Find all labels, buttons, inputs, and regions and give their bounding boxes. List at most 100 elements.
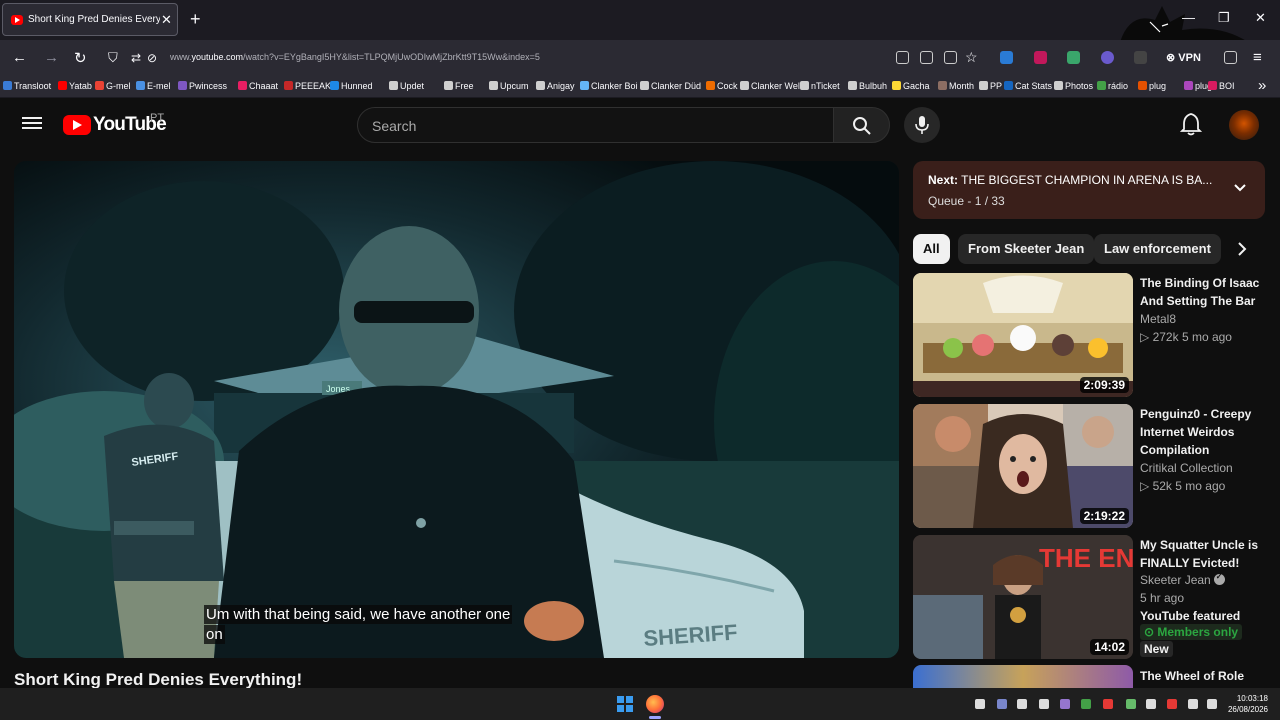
extension-purple-icon[interactable] [1101,51,1114,64]
extension-glasses-icon[interactable] [1134,51,1147,64]
recommendation-item[interactable]: THE END 14:02 My Squatter Uncle is FINAL… [913,535,1265,659]
bookmark-item[interactable]: Updet [389,81,424,91]
tray-icon[interactable] [1081,699,1091,709]
restore-window-icon[interactable]: ❐ [1218,10,1230,26]
extension-music-icon[interactable] [1067,51,1080,64]
clock-time[interactable]: 10:03:18 [1236,694,1268,703]
tray-icon[interactable] [1060,699,1070,709]
bookmark-item[interactable]: Free [444,81,474,91]
chevron-down-icon[interactable] [1233,183,1247,193]
url-bar[interactable]: www.youtube.com/watch?v=EYgBangI5HY&list… [170,52,540,62]
video-duration: 2:09:39 [1079,377,1129,393]
bookmark-item[interactable]: Hunned [330,81,373,91]
tray-icon[interactable] [1188,699,1198,709]
search-box[interactable] [357,107,834,143]
tray-icon[interactable] [1126,699,1136,709]
reader-view-icon[interactable] [944,51,957,64]
bookmark-star-icon[interactable]: ☆ [965,49,978,66]
recommendation-channel[interactable]: Metal8 [1140,312,1176,326]
recommendation-item[interactable]: The Wheel of Role [913,665,1265,688]
video-player[interactable]: Jones SHERIFF PT SHERIFF Um with that be… [14,161,899,658]
guide-menu-icon[interactable] [22,114,42,134]
forward-arrow-icon[interactable]: → [44,49,59,66]
new-tab-icon[interactable]: + [190,9,201,30]
close-window-icon[interactable]: ✕ [1255,10,1266,26]
bookmark-item[interactable]: Upcum [489,81,529,91]
extension-blue-icon[interactable] [1000,51,1013,64]
bookmark-item[interactable]: rádio [1097,81,1128,91]
recommendation-title[interactable]: Penguinz0 - Creepy Internet Weirdos Comp… [1140,405,1265,459]
windows-start-icon[interactable] [617,696,633,712]
chip-law-enforcement[interactable]: Law enforcement [1094,234,1221,264]
extension-mic-icon[interactable] [1034,51,1047,64]
bookmark-item[interactable]: Chaaat [238,81,278,91]
bookmark-item[interactable]: Transloot [3,81,51,91]
bookmark-item[interactable]: E-mel [136,81,171,91]
youtube-logo-icon[interactable] [63,115,91,135]
minimize-window-icon[interactable]: — [1182,10,1195,25]
firefox-icon[interactable] [646,695,664,713]
bookmark-item[interactable]: Cock [706,81,738,91]
video-thumbnail[interactable] [913,665,1133,688]
bookmark-item[interactable]: Photos [1054,81,1093,91]
account-avatar[interactable] [1229,110,1259,140]
recommendation-channel[interactable]: Critikal Collection [1140,461,1233,475]
hamburger-menu-icon[interactable]: ≡ [1253,49,1262,66]
bookmark-item[interactable]: plug [1138,81,1166,91]
bookmark-item[interactable]: Clanker Boi [580,81,638,91]
tray-icon[interactable] [1039,699,1049,709]
close-tab-icon[interactable]: ✕ [161,12,172,28]
bookmark-item[interactable]: Cat Stats [1004,81,1052,91]
search-input[interactable] [372,117,812,135]
picture-icon[interactable] [896,51,909,64]
more-bookmarks-icon[interactable]: » [1258,77,1266,94]
permissions-icon[interactable]: ⇄ [131,51,141,65]
bookmark-item[interactable]: Month [938,81,974,91]
clock-date[interactable]: 26/08/2026 [1224,705,1268,714]
tray-icon[interactable] [1207,699,1217,709]
video-thumbnail[interactable]: THE END 14:02 [913,535,1133,659]
bookmark-favicon-icon [1208,81,1217,90]
tracking-blocked-icon[interactable]: ⊘ [147,51,157,65]
recommendation-title[interactable]: My Squatter Uncle is FINALLY Evicted! [1140,536,1265,572]
bookmark-item[interactable]: Clanker Wel [740,81,800,91]
chevron-right-icon[interactable] [1236,240,1248,258]
notifications-bell-icon[interactable] [1180,112,1202,136]
recommendation-channel[interactable]: Skeeter Jean [1140,572,1225,587]
tray-icon[interactable] [997,699,1007,709]
tray-icon[interactable] [1017,699,1027,709]
chip-from-skeeter-jean[interactable]: From Skeeter Jean [958,234,1095,264]
bookmark-item[interactable]: nTicket [800,81,840,91]
bookmark-item[interactable]: Bulbuh [848,81,887,91]
video-thumbnail[interactable]: 2:19:22 [913,404,1133,528]
bookmark-item[interactable]: Anigay [536,81,575,91]
voice-search-button[interactable] [904,107,940,143]
reload-icon[interactable]: ↻ [74,49,87,67]
bookmark-item[interactable]: Gacha [892,81,930,91]
recommendation-title[interactable]: The Wheel of Role [1140,667,1265,685]
bookmark-item[interactable]: Yatab [58,81,92,91]
bookmark-item[interactable]: Clanker Düd [640,81,701,91]
bookmark-item[interactable]: BOI [1208,81,1235,91]
bookmark-item[interactable]: G-mel [95,81,131,91]
video-thumbnail[interactable]: 2:09:39 [913,273,1133,397]
vpn-button[interactable]: ⊗ VPN [1166,51,1201,64]
tray-icon[interactable] [975,699,985,709]
back-arrow-icon[interactable]: ← [12,49,27,66]
bookmark-item[interactable]: Pwincess [178,81,227,91]
bookmark-item[interactable]: PP [979,81,1002,91]
recommendation-item[interactable]: 2:09:39 The Binding Of Isaac And Setting… [913,273,1265,397]
shield-icon[interactable]: ⛉ [108,50,118,66]
tray-icon[interactable] [1103,699,1113,709]
chip-all[interactable]: All [913,234,950,264]
recommendation-item[interactable]: 2:19:22 Penguinz0 - Creepy Internet Weir… [913,404,1265,528]
download-icon[interactable] [920,51,933,64]
bookmark-item[interactable]: PEEEAK [284,81,331,91]
search-button[interactable] [833,107,890,143]
queue-panel[interactable]: Next: THE BIGGEST CHAMPION IN ARENA IS B… [913,161,1265,219]
recommendation-title[interactable]: The Binding Of Isaac And Setting The Bar [1140,274,1265,310]
tray-icon[interactable] [1167,699,1177,709]
extensions-puzzle-icon[interactable] [1224,51,1237,64]
tray-icon[interactable] [1146,699,1156,709]
browser-tab[interactable]: Short King Pred Denies Everything! ✕ [2,3,178,36]
